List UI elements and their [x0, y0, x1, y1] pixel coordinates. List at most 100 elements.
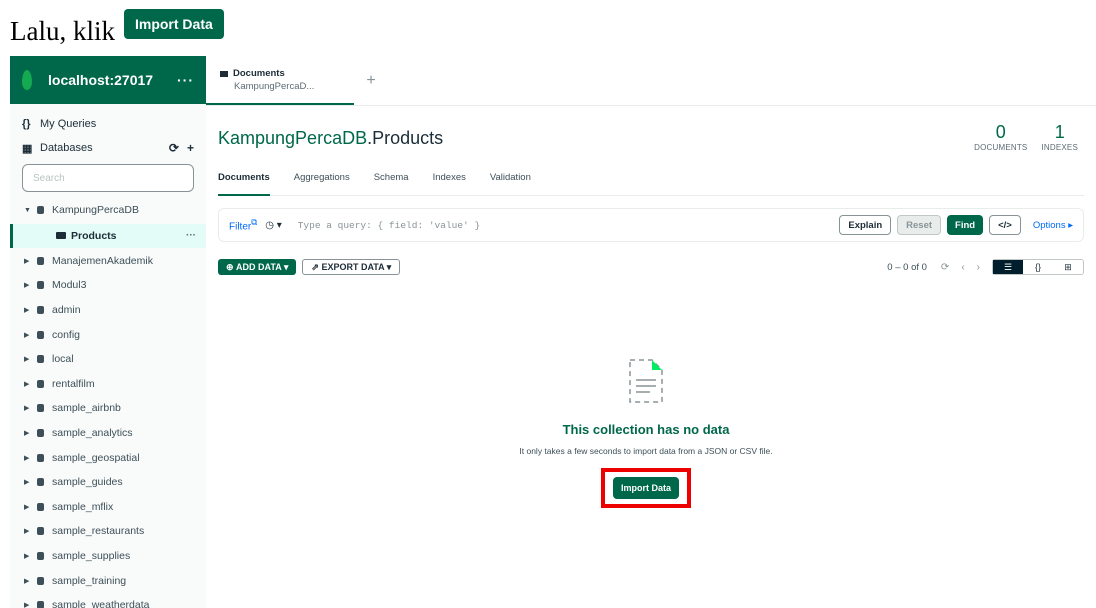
database-icon [37, 478, 44, 487]
database-list: ▼ KampungPercaDB Products ··· ▶ Manajemen… [10, 198, 206, 608]
db-item[interactable]: ▶ sample_geospatial [10, 445, 206, 470]
db-item[interactable]: ▶ sample_training [10, 568, 206, 593]
database-icon [37, 576, 44, 585]
caret-right-icon[interactable]: ▶ [24, 454, 34, 462]
caret-right-icon[interactable]: ▶ [24, 527, 34, 535]
caret-right-icon[interactable]: ▶ [24, 380, 34, 388]
db-item[interactable]: ▶ config [10, 322, 206, 347]
page-title: KampungPercaDB.Products [218, 128, 443, 149]
external-link-icon: ⧉ [251, 217, 258, 228]
documents-label: DOCUMENTS [974, 143, 1028, 152]
tab-validation[interactable]: Validation [490, 172, 531, 196]
documents-stat: 0 DOCUMENTS [974, 122, 1027, 152]
my-queries-item[interactable]: {} My Queries [10, 112, 206, 136]
db-item[interactable]: ▶ admin [10, 298, 206, 323]
filter-link[interactable]: Filter⧉ [229, 217, 257, 232]
db-item-kampungpercadb[interactable]: ▼ KampungPercaDB [10, 198, 206, 223]
instruction-caption: Lalu, klik Import Data [10, 9, 224, 48]
db-item[interactable]: ▶ sample_guides [10, 470, 206, 495]
highlight-box: Import Data [601, 467, 691, 508]
caret-right-icon[interactable]: ▶ [24, 552, 34, 560]
import-data-button[interactable]: Import Data [612, 476, 679, 499]
tab-indexes[interactable]: Indexes [433, 172, 466, 196]
empty-document-icon [626, 356, 666, 406]
query-input[interactable]: Type a query: { field: 'value' } [298, 220, 834, 231]
reset-button[interactable]: Reset [897, 215, 942, 235]
prev-page-icon[interactable]: ‹ [961, 262, 964, 273]
caret-right-icon[interactable]: ▶ [24, 404, 34, 412]
db-name: sample_training [52, 574, 127, 587]
folder-icon [56, 232, 66, 240]
caret-right-icon[interactable]: ▶ [24, 306, 34, 314]
database-icon [37, 306, 44, 315]
caret-down-icon[interactable]: ▼ [24, 207, 34, 214]
sidebar: localhost:27017 ··· {} My Queries ▦ Data… [10, 56, 206, 608]
collection-more-button[interactable]: ··· [186, 230, 196, 241]
database-icon [37, 206, 44, 215]
json-view-button[interactable]: {} [1023, 260, 1053, 274]
explain-button[interactable]: Explain [839, 215, 892, 235]
tab-documents[interactable]: Documents [218, 172, 270, 196]
code-view-button[interactable]: </> [989, 215, 1021, 235]
db-name: config [52, 328, 81, 341]
add-database-icon[interactable]: + [187, 141, 194, 155]
db-item[interactable]: ▶ local [10, 347, 206, 372]
db-item[interactable]: ▶ ManajemenAkademik [10, 249, 206, 274]
caret-right-icon[interactable]: ▶ [24, 281, 34, 289]
caret-right-icon[interactable]: ▶ [24, 503, 34, 511]
db-name: sample_restaurants [52, 525, 145, 538]
list-view-button[interactable]: ☰ [993, 260, 1023, 274]
caption-text: Lalu, klik [10, 15, 115, 46]
db-item[interactable]: ▶ sample_weatherdata [10, 593, 206, 608]
refresh-icon[interactable]: ⟳ [169, 141, 179, 155]
sidebar-search-input[interactable]: Search [22, 164, 194, 192]
tab-documents-kampungpercadb[interactable]: Documents KampungPercaD... [206, 56, 354, 105]
add-tab-button[interactable]: + [354, 56, 388, 105]
folder-icon [220, 70, 228, 77]
db-item[interactable]: ▶ sample_airbnb [10, 396, 206, 421]
query-history-icon[interactable]: ◷ ▾ [265, 220, 282, 231]
tab-aggregations[interactable]: Aggregations [294, 172, 350, 196]
caret-right-icon[interactable]: ▶ [24, 429, 34, 437]
caret-right-icon[interactable]: ▶ [24, 257, 34, 265]
table-view-button[interactable]: ⊞ [1053, 260, 1083, 274]
view-switcher: ☰ {} ⊞ [992, 259, 1084, 275]
find-button[interactable]: Find [947, 215, 984, 235]
connection-more-button[interactable]: ··· [177, 72, 194, 88]
add-data-button[interactable]: ⊕ ADD DATA ▾ [218, 259, 297, 275]
db-item[interactable]: ▶ rentalfilm [10, 372, 206, 397]
options-toggle[interactable]: Options ▸ [1033, 220, 1073, 231]
databases-item[interactable]: ▦ Databases ⟳ + [10, 136, 206, 160]
collection-name-title: .Products [367, 128, 444, 148]
export-data-button[interactable]: ⇗ EXPORT DATA ▾ [302, 259, 401, 275]
db-name: sample_analytics [52, 427, 133, 440]
refresh-icon[interactable]: ⟳ [941, 262, 949, 273]
database-icon [37, 256, 44, 265]
main-panel: Documents KampungPercaD... + KampungPerc… [206, 56, 1096, 608]
caret-right-icon[interactable]: ▶ [24, 331, 34, 339]
caret-right-icon[interactable]: ▶ [24, 355, 34, 363]
tab-schema[interactable]: Schema [374, 172, 409, 196]
collection-item-products[interactable]: Products ··· [10, 223, 206, 248]
connection-name: localhost:27017 [48, 72, 154, 88]
indexes-count: 1 [1054, 122, 1065, 142]
my-queries-label: My Queries [40, 118, 97, 130]
caret-right-icon[interactable]: ▶ [24, 601, 34, 608]
caret-right-icon[interactable]: ▶ [24, 478, 34, 486]
db-item[interactable]: ▶ Modul3 [10, 273, 206, 298]
db-item[interactable]: ▶ sample_analytics [10, 421, 206, 446]
braces-icon: {} [22, 118, 31, 130]
database-icon [37, 552, 44, 561]
db-item[interactable]: ▶ sample_supplies [10, 544, 206, 569]
db-name-title: KampungPercaDB [218, 128, 368, 148]
empty-title: This collection has no data [562, 422, 730, 437]
db-name: sample_geospatial [52, 451, 140, 464]
db-item[interactable]: ▶ sample_restaurants [10, 519, 206, 544]
document-actions: ⊕ ADD DATA ▾ ⇗ EXPORT DATA ▾ 0 – 0 of 0 … [218, 258, 1084, 276]
connection-header[interactable]: localhost:27017 ··· [10, 56, 206, 104]
db-item[interactable]: ▶ sample_mflix [10, 495, 206, 520]
next-page-icon[interactable]: › [977, 262, 980, 273]
caret-right-icon[interactable]: ▶ [24, 577, 34, 585]
export-icon: ⇗ [311, 261, 319, 272]
database-icon [37, 330, 44, 339]
